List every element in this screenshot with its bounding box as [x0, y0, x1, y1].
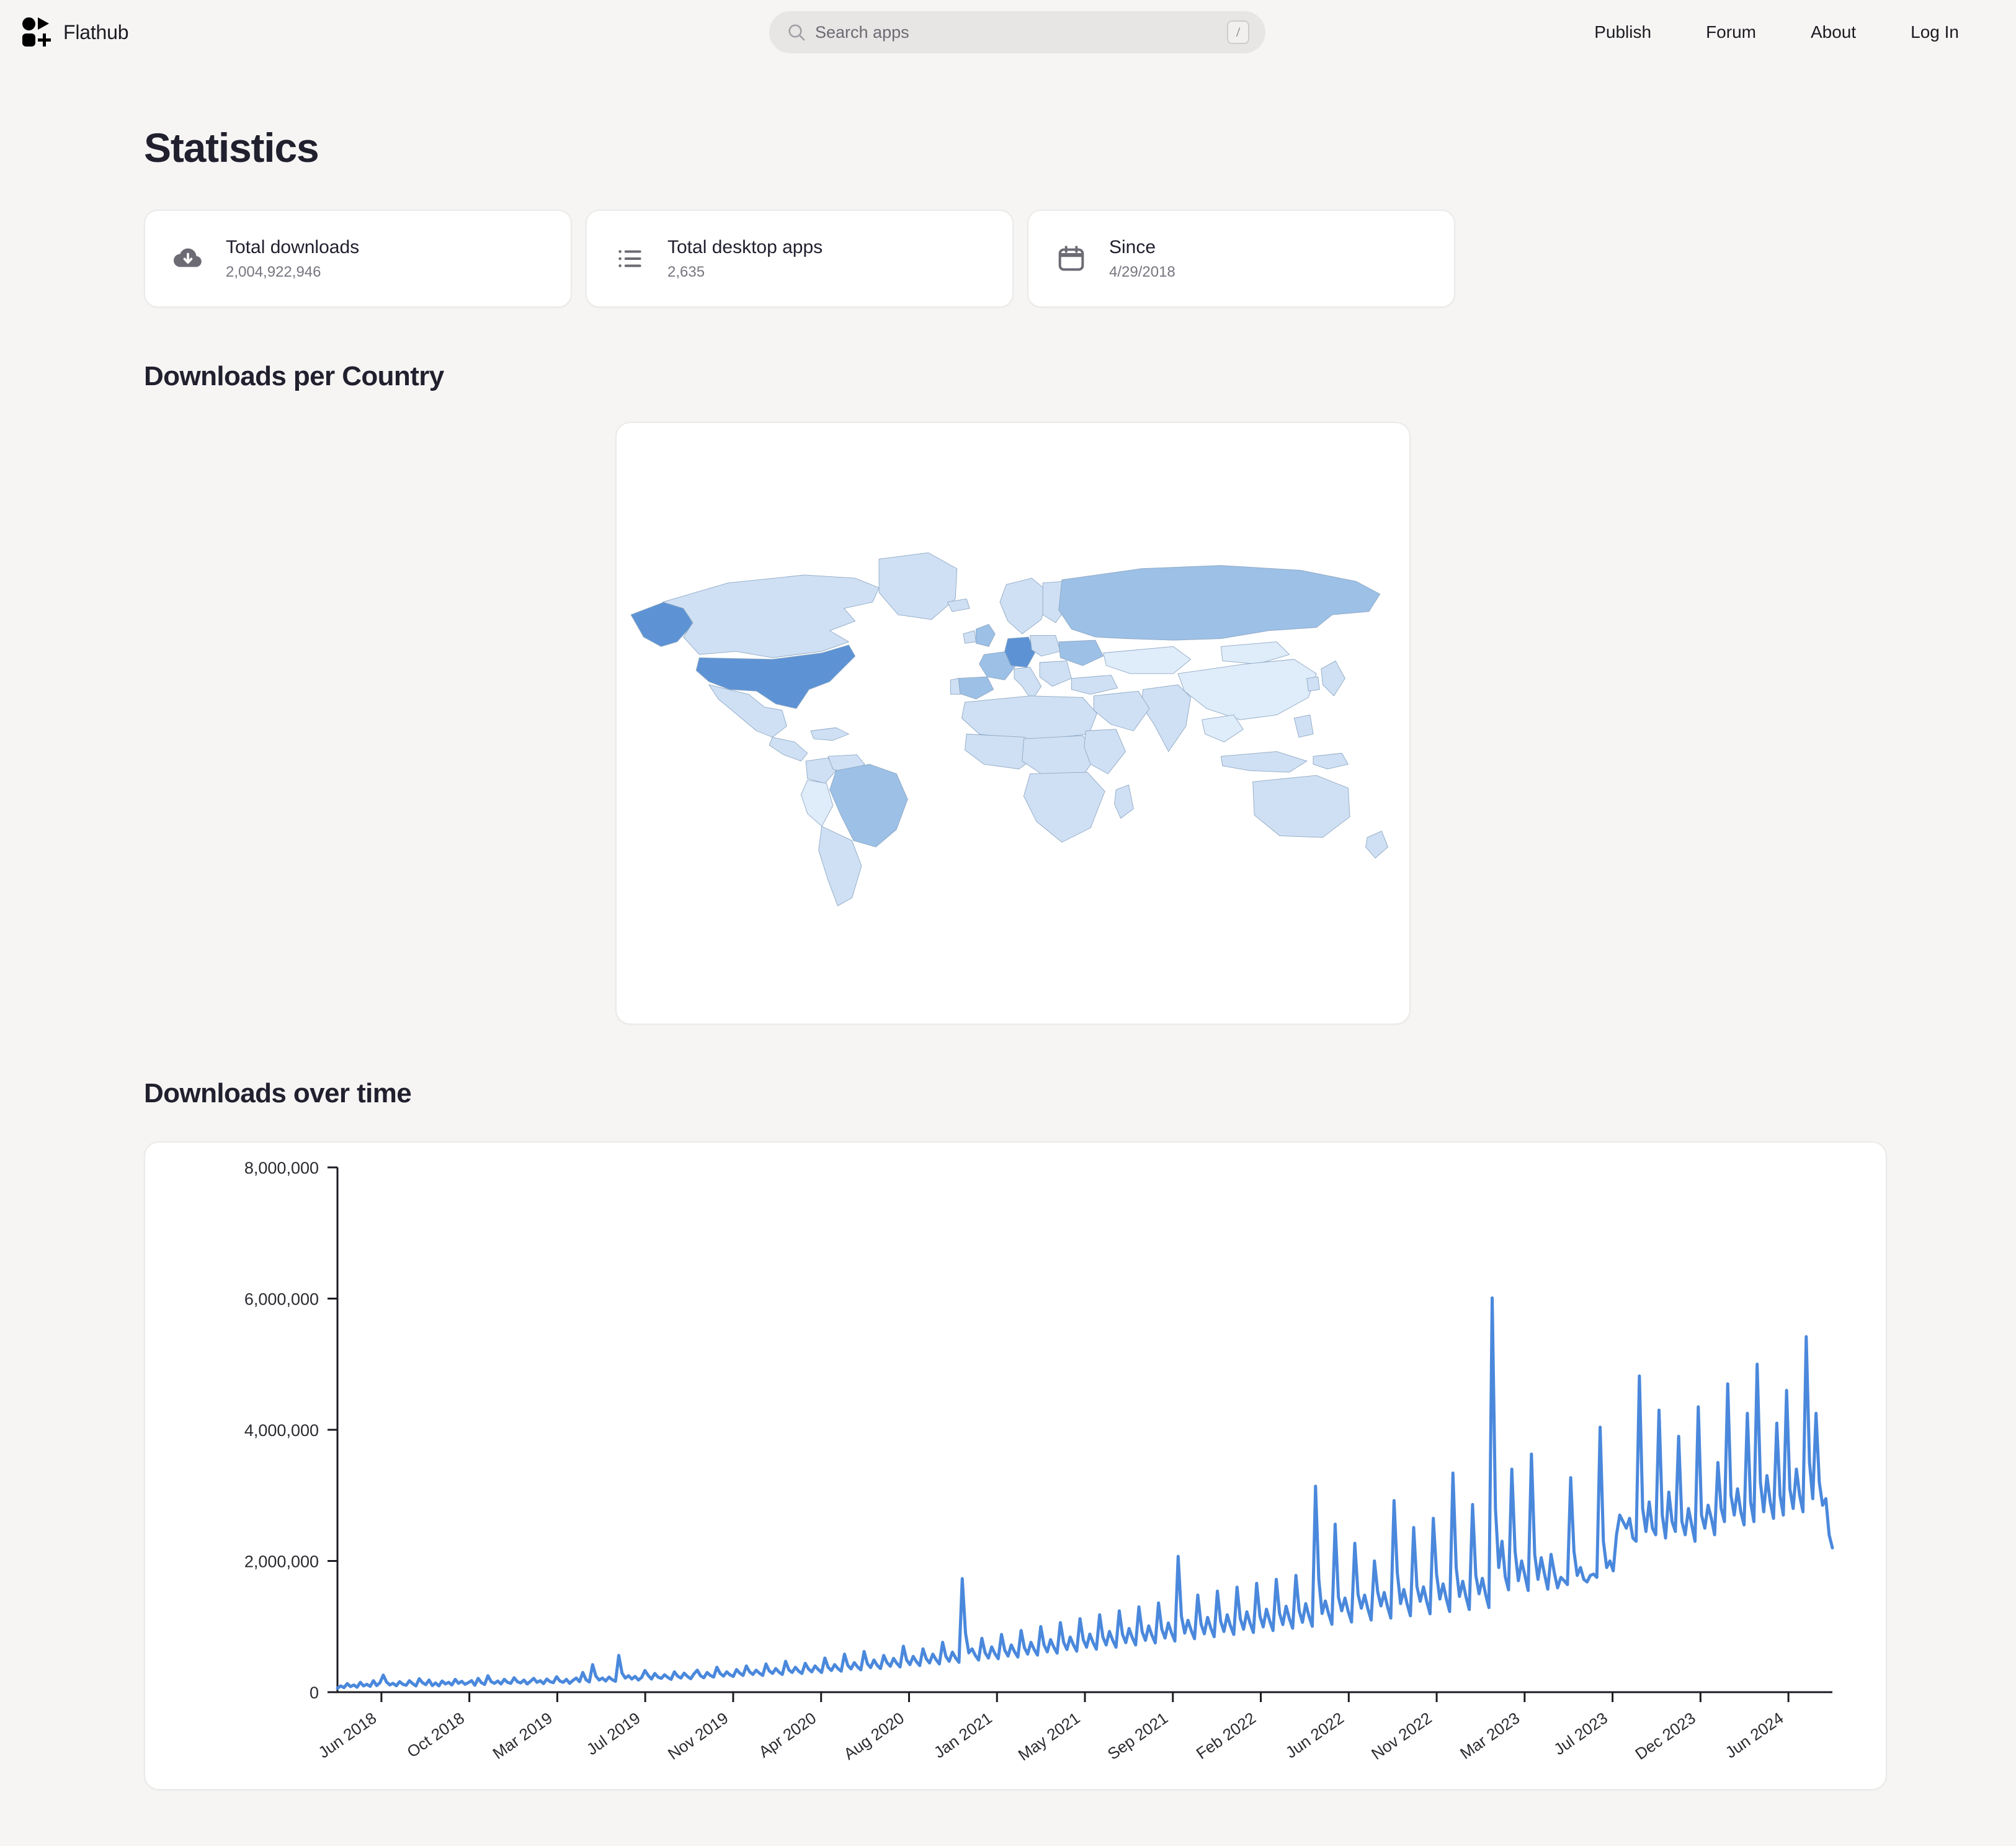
summary-cards: Total downloads 2,004,922,946 Total desk… — [144, 210, 2016, 308]
map-region-canada[interactable] — [662, 574, 880, 658]
x-axis-tick-label: Mar 2019 — [489, 1708, 556, 1763]
search-icon — [788, 24, 805, 41]
main-navigation: Publish Forum About Log In — [1567, 0, 1986, 65]
calendar-icon — [1058, 246, 1084, 271]
y-axis-tick-label: 4,000,000 — [244, 1421, 319, 1440]
y-axis-tick-label: 2,000,000 — [244, 1553, 319, 1571]
map-region-madagascar[interactable] — [1114, 784, 1134, 819]
map-region-italy[interactable] — [1014, 667, 1042, 701]
map-region-portugal[interactable] — [950, 678, 961, 695]
map-region-brazil[interactable] — [829, 764, 908, 847]
stat-card-value: 2,004,922,946 — [226, 264, 321, 281]
y-axis-tick-label: 0 — [310, 1683, 319, 1702]
map-region-china[interactable] — [1177, 659, 1317, 720]
map-region-indonesia[interactable] — [1220, 751, 1308, 773]
nav-link-login[interactable]: Log In — [1883, 22, 1986, 42]
site-header: Flathub Search apps / Publish Forum Abou… — [0, 0, 2016, 65]
stat-card-value: 2,635 — [667, 264, 705, 281]
x-axis-tick-label: Mar 2023 — [1456, 1708, 1523, 1763]
x-axis-tick-label: Jun 2024 — [1722, 1708, 1787, 1762]
map-region-kazakh[interactable] — [1103, 646, 1192, 674]
x-axis: Jun 2018 Oct 2018 Mar 2019 Jul 2019 Nov 2019… — [314, 1691, 1832, 1764]
section-title-downloads-per-country: Downloads per Country — [144, 361, 444, 391]
section-title-downloads-over-time: Downloads over time — [144, 1078, 412, 1108]
x-axis-tick-label: Jun 2018 — [314, 1708, 380, 1762]
downloads-line — [336, 1296, 1834, 1690]
map-region-caribbean[interactable] — [810, 727, 849, 741]
search-input[interactable]: Search apps / — [769, 11, 1265, 53]
downloads-over-time-card[interactable]: 0 2,000,000 4,000,000 6,000,000 8,000,000 Ju… — [144, 1141, 1887, 1790]
map-region-india[interactable] — [1141, 684, 1192, 752]
list-icon — [618, 250, 641, 267]
nav-link-forum[interactable]: Forum — [1679, 22, 1783, 42]
x-axis-tick-label: May 2021 — [1015, 1708, 1084, 1764]
stat-card-label: Total desktop apps — [667, 236, 823, 257]
map-region-japan[interactable] — [1321, 660, 1345, 697]
chart-series — [336, 1296, 1834, 1690]
world-map-card[interactable] — [615, 422, 1411, 1025]
stat-card-total-desktop-apps: Total desktop apps 2,635 — [586, 210, 1014, 308]
stat-card-value: 4/29/2018 — [1109, 264, 1175, 281]
x-axis-tick-label: Jan 2021 — [930, 1708, 996, 1762]
map-region-greenland[interactable] — [878, 552, 958, 620]
search-placeholder: Search apps — [815, 22, 909, 42]
map-region-balkans[interactable] — [1039, 660, 1072, 687]
x-axis-tick-label: Dec 2023 — [1631, 1708, 1698, 1763]
map-region-turkey[interactable] — [1071, 675, 1118, 695]
x-axis-tick-label: Nov 2022 — [1368, 1708, 1435, 1763]
x-axis-tick-label: Oct 2018 — [403, 1708, 468, 1761]
map-region-nafrica[interactable] — [961, 695, 1097, 741]
y-axis: 0 2,000,000 4,000,000 6,000,000 8,000,000 — [244, 1159, 339, 1702]
brand-home-link[interactable]: Flathub — [22, 17, 129, 47]
brand-name: Flathub — [63, 20, 129, 43]
stat-card-label: Total downloads — [226, 236, 360, 257]
x-axis-tick-label: Feb 2022 — [1193, 1708, 1259, 1763]
stat-card-since: Since 4/29/2018 — [1027, 210, 1455, 308]
map-region-safrica[interactable] — [1023, 772, 1105, 843]
x-axis-tick-label: Jul 2023 — [1550, 1708, 1611, 1759]
cloud-download-icon — [173, 248, 202, 267]
map-region-mideast[interactable] — [1093, 690, 1150, 731]
nav-link-publish[interactable]: Publish — [1567, 22, 1679, 42]
stat-card-total-downloads: Total downloads 2,004,922,946 — [144, 210, 572, 308]
map-region-ireland[interactable] — [963, 630, 976, 644]
map-region-peru[interactable] — [800, 780, 834, 827]
page-content: Statistics Total downloads 2,004,922,946 — [0, 124, 2016, 1790]
search-container: Search apps / — [769, 11, 1265, 53]
nav-link-about[interactable]: About — [1783, 22, 1883, 42]
page-title: Statistics — [144, 125, 319, 171]
y-axis-tick-label: 8,000,000 — [244, 1159, 319, 1177]
x-axis-tick-label: Aug 2020 — [841, 1708, 908, 1763]
stat-card-label: Since — [1109, 236, 1156, 257]
map-region-russia[interactable] — [1058, 565, 1381, 641]
x-axis-tick-label: Jun 2022 — [1282, 1708, 1347, 1762]
downloads-over-time-chart[interactable]: 0 2,000,000 4,000,000 6,000,000 8,000,000 Ju… — [145, 1143, 1888, 1791]
map-region-nz[interactable] — [1365, 831, 1388, 858]
map-region-centralam[interactable] — [769, 737, 808, 762]
map-region-png[interactable] — [1313, 752, 1349, 770]
x-axis-tick-label: Sep 2021 — [1104, 1708, 1171, 1763]
y-axis-tick-label: 6,000,000 — [244, 1290, 319, 1309]
x-axis-tick-label: Nov 2019 — [664, 1708, 731, 1763]
flathub-logo-icon — [22, 17, 51, 47]
search-shortcut-badge: / — [1227, 20, 1249, 44]
map-region-spain[interactable] — [957, 676, 994, 700]
map-region-eafrica[interactable] — [1084, 729, 1126, 774]
map-region-korea[interactable] — [1306, 676, 1320, 692]
map-region-australia[interactable] — [1252, 775, 1350, 838]
x-axis-tick-label: Apr 2020 — [755, 1708, 819, 1761]
world-map-choropleth[interactable] — [617, 452, 1411, 997]
map-region-scandi[interactable] — [999, 577, 1050, 635]
x-axis-tick-label: Jul 2019 — [583, 1708, 644, 1759]
map-region-uk[interactable] — [976, 624, 996, 647]
map-region-philippines[interactable] — [1293, 715, 1314, 738]
